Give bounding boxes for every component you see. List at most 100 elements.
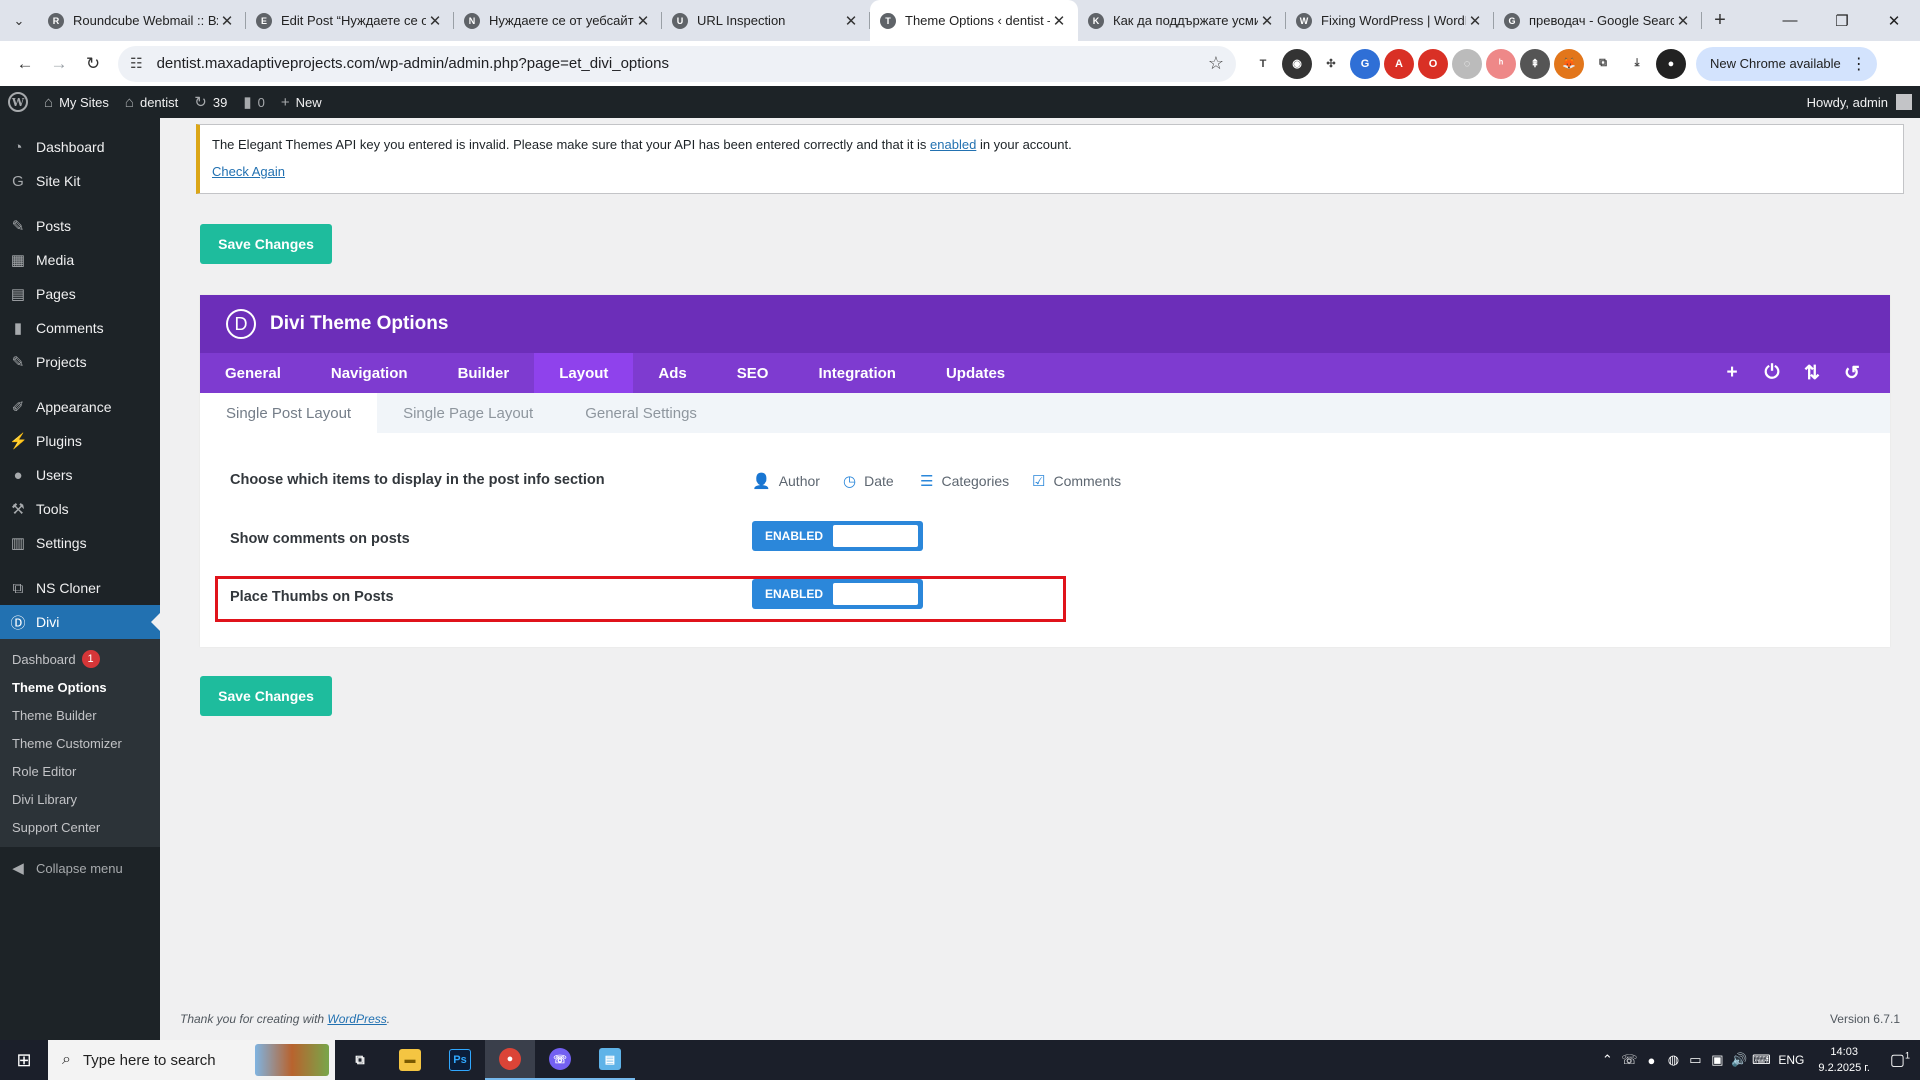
keyboard-icon[interactable]: ⌨ (1750, 1052, 1772, 1068)
new-content-link[interactable]: + New (273, 86, 330, 118)
adblock-icon[interactable]: A (1384, 48, 1414, 79)
postinfo-checkbox-categories[interactable]: ☰ Categories (920, 472, 1009, 490)
display-tray-icon[interactable]: ▭ (1684, 1052, 1706, 1068)
divi-submenu-theme-customizer[interactable]: Theme Customizer (0, 729, 160, 757)
divi-submenu-dashboard[interactable]: Dashboard 1 (0, 645, 160, 673)
extensions-icon[interactable]: ⧉ (1588, 49, 1618, 79)
notes-app-icon[interactable]: ▤ (585, 1040, 635, 1080)
panel-tab-integration[interactable]: Integration (793, 353, 921, 393)
panel-tab-navigation[interactable]: Navigation (306, 353, 433, 393)
tab-search-icon[interactable]: ⌄ (0, 0, 38, 41)
divi-submenu-role-editor[interactable]: Role Editor (0, 757, 160, 785)
puzzle-icon[interactable]: ✣ (1316, 49, 1346, 79)
sidebar-item-ns-cloner[interactable]: ⧉ NS Cloner (0, 571, 160, 605)
tray-overflow-icon[interactable]: ⌃ (1596, 1052, 1618, 1068)
minimize-icon[interactable]: — (1764, 0, 1816, 41)
panel-tab-layout[interactable]: Layout (534, 353, 634, 393)
power-icon[interactable]: ⏻ (1752, 362, 1792, 384)
sidebar-item-site-kit[interactable]: G Site Kit (0, 164, 160, 198)
comments-link[interactable]: ▮ 0 (235, 86, 273, 118)
browser-tab[interactable]: E Edit Post “Нуждаете се от ✕ (246, 0, 454, 41)
profile-icon[interactable]: ● (1656, 48, 1686, 79)
browser-tab[interactable]: Gпреводач - Google Searc ✕ (1494, 0, 1702, 41)
volume-icon[interactable]: 🔊 (1728, 1052, 1750, 1068)
close-window-icon[interactable]: ✕ (1868, 0, 1920, 41)
notifications-icon[interactable]: ▢1 (1880, 1050, 1920, 1070)
chat-icon[interactable]: ◌ (1452, 48, 1482, 79)
site-name-link[interactable]: ⌂ dentist (117, 86, 186, 118)
postinfo-checkbox-author[interactable]: 👤 Author (752, 472, 820, 490)
security-tray-icon[interactable]: ◍ (1662, 1052, 1684, 1068)
divi-submenu-theme-options[interactable]: Theme Options (0, 673, 160, 701)
translate-icon[interactable]: T (1248, 49, 1278, 79)
wordpress-link[interactable]: WordPress (327, 1012, 386, 1026)
sidebar-item-settings[interactable]: ▥ Settings (0, 526, 160, 560)
sidebar-item-appearance[interactable]: ✐ Appearance (0, 390, 160, 424)
add-icon[interactable]: + (1712, 362, 1752, 384)
opera-icon[interactable]: O (1418, 48, 1448, 79)
browser-tab[interactable]: R Roundcube Webmail :: Вх ✕ (38, 0, 246, 41)
import-export-icon[interactable]: ⇅ (1792, 362, 1832, 385)
tab-close-icon[interactable]: ✕ (634, 12, 652, 30)
reset-icon[interactable]: ↺ (1832, 362, 1872, 385)
clock[interactable]: 14:03 9.2.2025 г. (1818, 1044, 1870, 1076)
chrome-menu-icon[interactable]: ⋮ (1851, 54, 1867, 74)
tab-close-icon[interactable]: ✕ (1258, 12, 1276, 30)
back-icon[interactable]: ← (8, 47, 42, 81)
metamask-icon[interactable]: 🦊 (1554, 48, 1584, 79)
divi-submenu-theme-builder[interactable]: Theme Builder (0, 701, 160, 729)
panel-tab-builder[interactable]: Builder (433, 353, 535, 393)
check-again-link[interactable]: Check Again (212, 164, 285, 179)
restore-icon[interactable]: ❐ (1816, 0, 1868, 41)
divi-submenu-divi-library[interactable]: Divi Library (0, 785, 160, 813)
sidebar-item-media[interactable]: ▦ Media (0, 243, 160, 277)
sidebar-item-projects[interactable]: ✎ Projects (0, 345, 160, 379)
reload-icon[interactable]: ↻ (76, 47, 110, 81)
tag-icon[interactable]: ʰ (1486, 48, 1516, 79)
collapse-menu-button[interactable]: ◀ Collapse menu (0, 851, 160, 885)
sidebar-item-users[interactable]: ● Users (0, 458, 160, 492)
updates-link[interactable]: ↻ 39 (186, 86, 235, 118)
translate-g-icon[interactable]: G (1350, 48, 1380, 79)
postinfo-checkbox-comments[interactable]: ☑ Comments (1032, 472, 1121, 490)
sidebar-item-tools[interactable]: ⚒ Tools (0, 492, 160, 526)
network-icon[interactable]: ▣ (1706, 1052, 1728, 1068)
windows-start-icon[interactable]: ⊞ (0, 1040, 48, 1080)
sidebar-item-plugins[interactable]: ⚡ Plugins (0, 424, 160, 458)
save-changes-button-top[interactable]: Save Changes (200, 224, 332, 264)
site-info-icon[interactable]: ☷ (130, 55, 143, 72)
cursor-icon[interactable]: ⇞ (1520, 48, 1550, 79)
viber-tray-icon[interactable]: ☏ (1618, 1052, 1640, 1068)
tab-close-icon[interactable]: ✕ (1466, 12, 1484, 30)
file-explorer-icon[interactable]: ▬ (385, 1040, 435, 1080)
browser-tab[interactable]: K Как да поддържате усми ✕ (1078, 0, 1286, 41)
browser-tab[interactable]: W Fixing WordPress | WordP ✕ (1286, 0, 1494, 41)
enabled-link[interactable]: enabled (930, 137, 976, 152)
tab-close-icon[interactable]: ✕ (218, 12, 236, 30)
browser-tab[interactable]: N Нуждаете се от уебсайт? ✕ (454, 0, 662, 41)
wp-logo-icon[interactable]: W (0, 86, 36, 118)
new-tab-button[interactable]: + (1702, 0, 1738, 41)
bookmark-star-icon[interactable]: ☆ (1208, 53, 1224, 74)
sidebar-item-pages[interactable]: ▤ Pages (0, 277, 160, 311)
subtab-single-page-layout[interactable]: Single Page Layout (377, 393, 559, 433)
subtab-general-settings[interactable]: General Settings (559, 393, 723, 433)
forward-icon[interactable]: → (42, 47, 76, 81)
accounts-icon[interactable]: ◉ (1282, 48, 1312, 79)
url-text[interactable]: dentist.maxadaptiveprojects.com/wp-admin… (157, 55, 1208, 72)
download-icon[interactable]: ⤓ (1622, 49, 1652, 79)
tab-close-icon[interactable]: ✕ (426, 12, 444, 30)
my-sites-link[interactable]: ⌂ My Sites (36, 86, 117, 118)
postinfo-checkbox-date[interactable]: ◷ Date (843, 472, 894, 490)
subtab-single-post-layout[interactable]: Single Post Layout (200, 393, 378, 433)
panel-tab-seo[interactable]: SEO (712, 353, 794, 393)
chrome-taskbar-icon[interactable]: ● (485, 1040, 535, 1080)
panel-tab-general[interactable]: General (200, 353, 306, 393)
panel-tab-updates[interactable]: Updates (921, 353, 1030, 393)
sidebar-item-dashboard[interactable]: ◔ Dashboard (0, 130, 160, 164)
tab-close-icon[interactable]: ✕ (842, 12, 860, 30)
panel-tab-ads[interactable]: Ads (633, 353, 711, 393)
comments-toggle[interactable]: ENABLED (752, 521, 923, 551)
new-chrome-available-button[interactable]: New Chrome available ⋮ (1696, 46, 1877, 81)
browser-tab[interactable]: U URL Inspection ✕ (662, 0, 870, 41)
